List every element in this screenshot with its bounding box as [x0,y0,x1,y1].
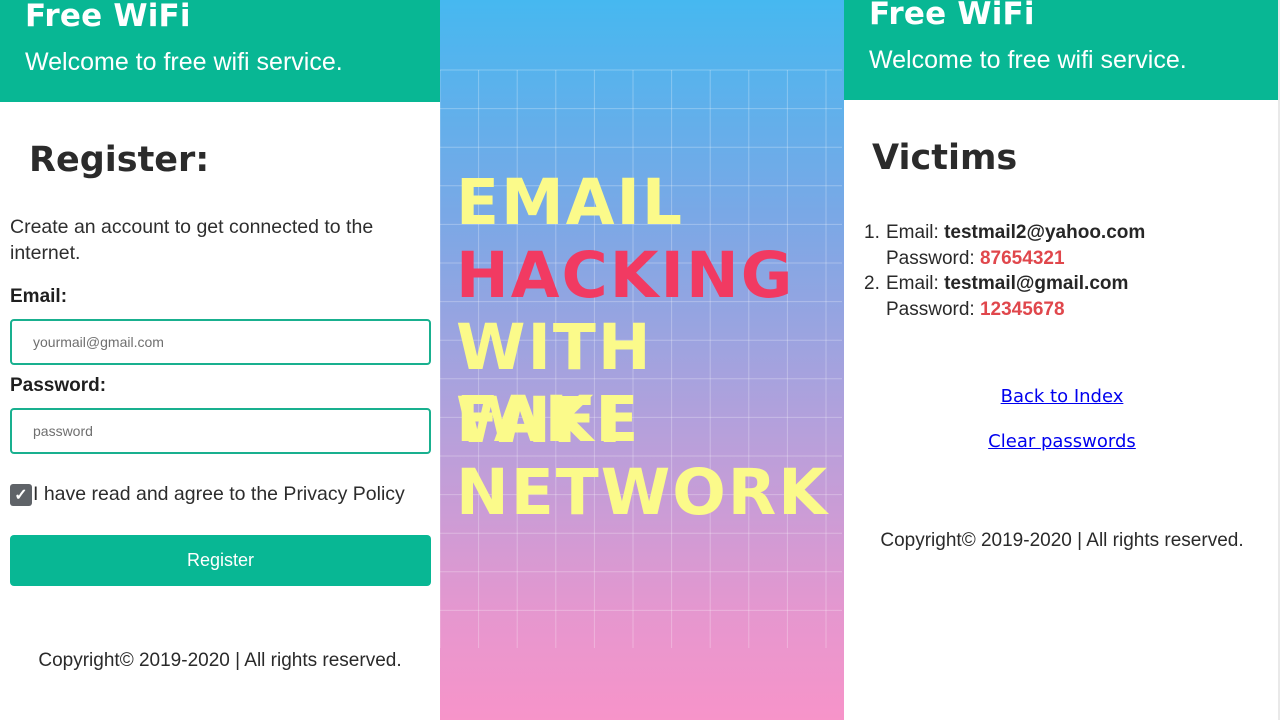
email-prefix: Email: [886,222,939,243]
agree-text: I have read and agree to the Privacy Pol… [33,483,405,505]
list-item: 2. Email: testmail@gmail.com Password: 1… [864,271,1145,322]
clear-passwords-link[interactable]: Clear passwords [844,431,1280,452]
copyright-text: Copyright© 2019-2020 | All rights reserv… [880,530,1244,551]
victims-heading: Victims [872,138,1018,178]
site-header: Free WiFi Welcome to free wifi service. [844,0,1280,100]
site-subtitle: Welcome to free wifi service. [869,46,1187,74]
password-prefix: Password: [886,298,975,320]
victim-email: testmail@gmail.com [944,273,1129,294]
register-heading: Register: [29,140,210,180]
victims-list: 1. Email: testmail2@yahoo.com Password: … [864,220,1145,322]
banner-line-email: EMAIL [456,166,685,239]
victim-email: testmail2@yahoo.com [944,222,1146,243]
back-to-index-link[interactable]: Back to Index [844,386,1280,407]
password-prefix: Password: [886,247,975,269]
email-field[interactable] [10,319,431,365]
banner-line-network: NETWORK [456,456,830,529]
item-number: 1. [864,222,880,243]
site-header: Free WiFi Welcome to free wifi service. [0,0,440,102]
copyright-text: Copyright© 2019-2020 | All rights reserv… [38,650,402,671]
site-subtitle: Welcome to free wifi service. [25,48,343,76]
victim-password: 87654321 [979,247,1065,269]
privacy-agreement: ✓ I have read and agree to the Privacy P… [10,483,405,506]
banner-line-hacking: HACKING [456,239,795,312]
agree-checkbox[interactable]: ✓ [10,483,32,506]
victims-screen: Free WiFi Welcome to free wifi service. … [844,0,1280,720]
title-banner: EMAIL HACKING WITH FAKE WIFI NETWORK [440,0,844,720]
banner-line-wifi: WIFI [456,384,624,457]
victim-password: 12345678 [979,298,1065,320]
email-label: Email: [10,286,68,307]
site-title: Free WiFi [25,0,191,34]
password-label: Password: [10,375,107,396]
email-prefix: Email: [886,273,939,294]
register-screen: Free WiFi Welcome to free wifi service. … [0,0,440,720]
password-field[interactable] [10,408,431,454]
item-number: 2. [864,273,880,294]
site-title: Free WiFi [869,0,1035,32]
register-button[interactable]: Register [10,535,431,586]
register-description: Create an account to get connected to th… [10,216,374,264]
list-item: 1. Email: testmail2@yahoo.com Password: … [864,220,1145,271]
